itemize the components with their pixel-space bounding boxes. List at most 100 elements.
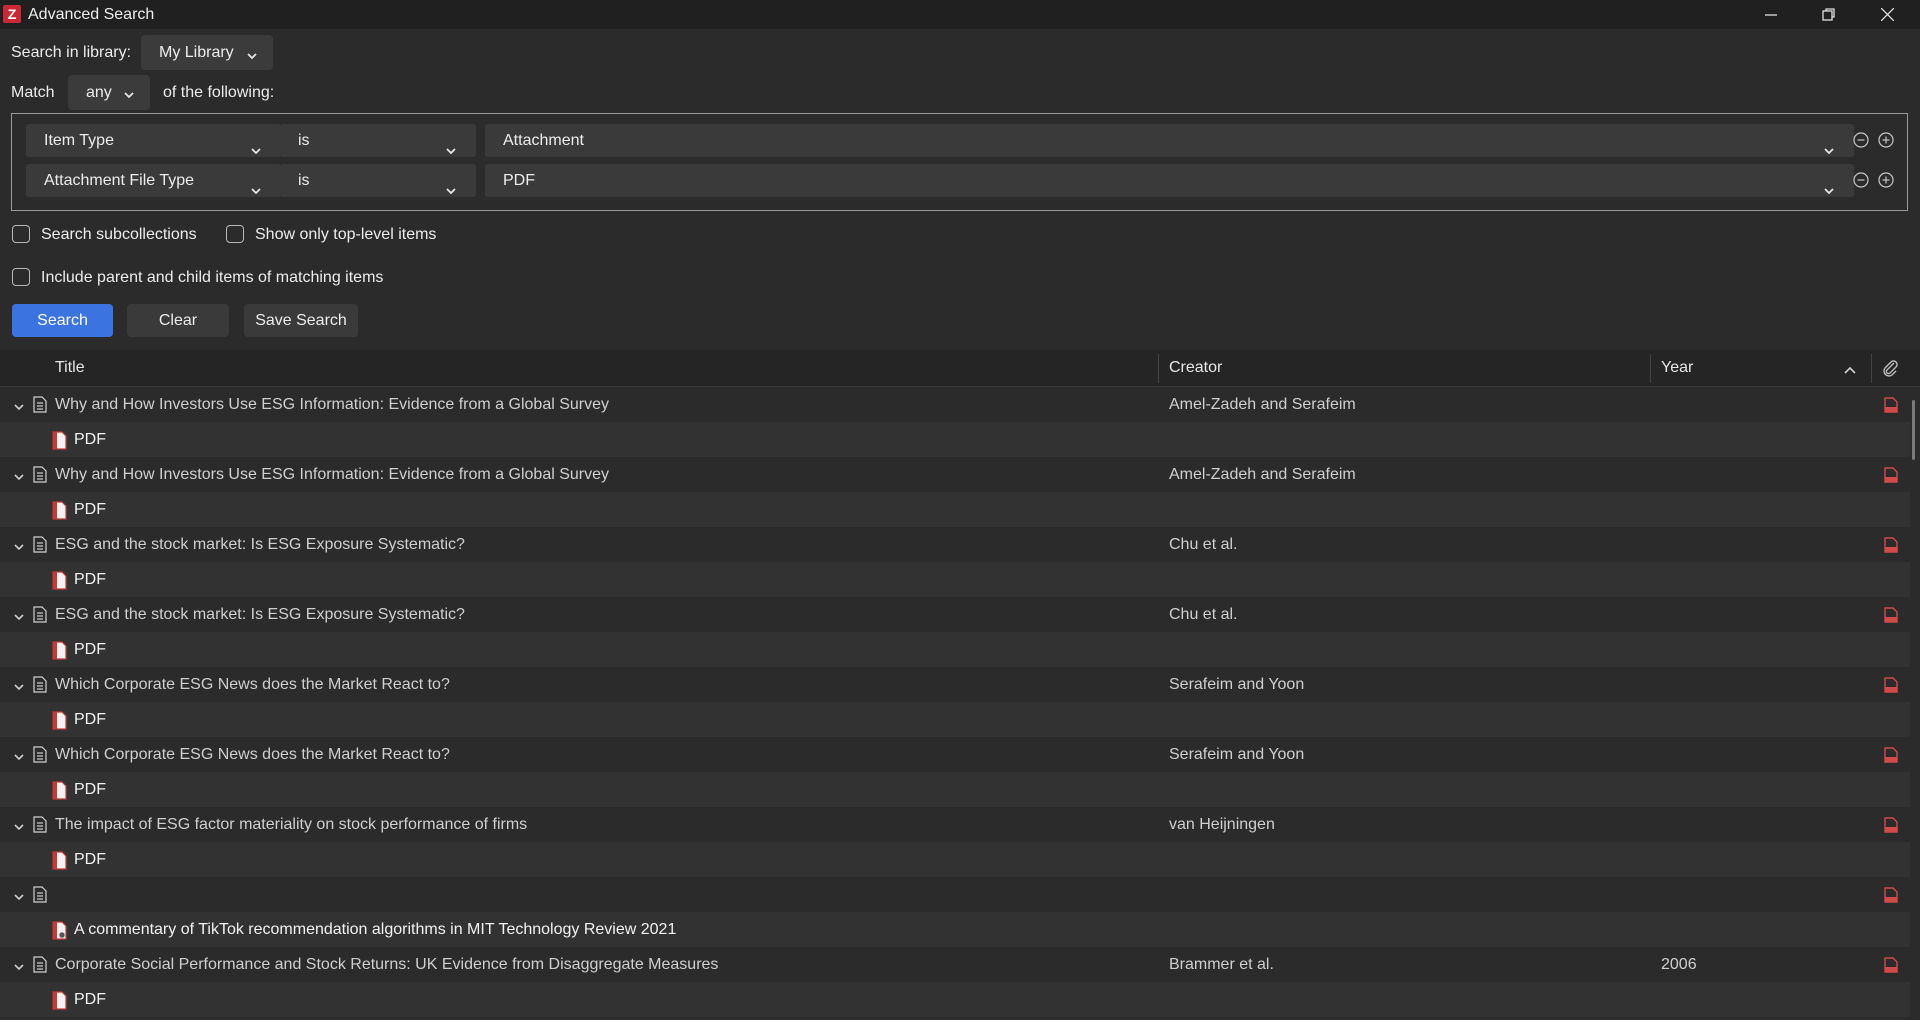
attachment-title: PDF bbox=[74, 711, 106, 728]
library-label: Search in library: bbox=[11, 44, 132, 61]
attachment-row[interactable]: PDF bbox=[0, 982, 1910, 1017]
save-search-button[interactable]: Save Search bbox=[244, 304, 358, 337]
condition-field-value: Item Type bbox=[44, 132, 114, 149]
document-icon bbox=[33, 746, 47, 763]
chevron-down-icon[interactable] bbox=[14, 609, 24, 621]
library-dropdown[interactable]: My Library bbox=[141, 35, 273, 70]
pdf-attachment-icon[interactable] bbox=[1883, 677, 1898, 693]
pdf-attachment-icon[interactable] bbox=[1883, 817, 1898, 833]
chevron-down-icon[interactable] bbox=[14, 539, 24, 551]
row-creator: Chu et al. bbox=[1169, 606, 1238, 623]
column-header-creator[interactable]: Creator bbox=[1169, 359, 1222, 377]
condition-value-select[interactable]: Attachment bbox=[485, 124, 1854, 157]
sort-ascending-icon[interactable] bbox=[1844, 363, 1856, 381]
table-row[interactable]: ESG and the stock market: Is ESG Exposur… bbox=[0, 597, 1910, 632]
pdf-attachment-icon[interactable] bbox=[1883, 887, 1898, 903]
attachment-row[interactable]: PDF bbox=[0, 492, 1910, 527]
search-subcollections-checkbox[interactable] bbox=[12, 225, 30, 243]
attachment-row[interactable]: PDF bbox=[0, 632, 1910, 667]
row-creator: Chu et al. bbox=[1169, 536, 1238, 553]
table-row[interactable]: ESG and the stock market: Is ESG Exposur… bbox=[0, 527, 1910, 562]
table-row[interactable]: Why and How Investors Use ESG Informatio… bbox=[0, 387, 1910, 422]
restore-button[interactable] bbox=[1800, 0, 1858, 29]
remove-condition-button[interactable] bbox=[1853, 172, 1869, 188]
pdf-attachment-icon[interactable] bbox=[1883, 607, 1898, 623]
condition-value-select[interactable]: PDF bbox=[485, 164, 1854, 197]
column-divider[interactable] bbox=[1158, 354, 1159, 383]
close-button[interactable] bbox=[1858, 0, 1916, 29]
table-row[interactable]: Why and How Investors Use ESG Informatio… bbox=[0, 457, 1910, 492]
condition-field-select[interactable]: Attachment File Type bbox=[26, 164, 281, 197]
row-creator: van Heijningen bbox=[1169, 816, 1275, 833]
chevron-down-icon bbox=[251, 175, 261, 195]
include-parent-child-checkbox[interactable] bbox=[12, 268, 30, 286]
attachment-title: A commentary of TikTok recommendation al… bbox=[74, 921, 677, 938]
pdf-attachment-icon[interactable] bbox=[1883, 537, 1898, 553]
show-top-level-label: Show only top-level items bbox=[255, 226, 437, 243]
condition-operator-select[interactable]: is bbox=[280, 164, 476, 197]
condition-field-value: Attachment File Type bbox=[44, 172, 194, 189]
attachment-column-icon[interactable] bbox=[1880, 358, 1900, 383]
search-button[interactable]: Search bbox=[12, 304, 113, 337]
chevron-down-icon[interactable] bbox=[14, 889, 24, 901]
match-dropdown-value: any bbox=[86, 83, 112, 101]
pdf-attachment-icon[interactable] bbox=[1883, 957, 1898, 973]
chevron-down-icon[interactable] bbox=[14, 399, 24, 411]
attachment-title: PDF bbox=[74, 501, 106, 518]
table-row[interactable]: Which Corporate ESG News does the Market… bbox=[0, 667, 1910, 702]
clear-button[interactable]: Clear bbox=[127, 304, 229, 337]
document-icon bbox=[33, 536, 47, 553]
pdf-icon bbox=[51, 571, 68, 590]
attachment-row[interactable]: PDF bbox=[0, 562, 1910, 597]
attachment-title: PDF bbox=[74, 641, 106, 658]
condition-field-select[interactable]: Item Type bbox=[26, 124, 281, 157]
column-header-title[interactable]: Title bbox=[55, 359, 85, 377]
minimize-button[interactable] bbox=[1742, 0, 1800, 29]
remove-condition-button[interactable] bbox=[1853, 132, 1869, 148]
pdf-icon bbox=[51, 781, 68, 800]
chevron-down-icon bbox=[247, 48, 257, 60]
row-title: ESG and the stock market: Is ESG Exposur… bbox=[55, 606, 465, 623]
pdf-attachment-icon[interactable] bbox=[1883, 397, 1898, 413]
chevron-down-icon[interactable] bbox=[14, 959, 24, 971]
attachment-row[interactable]: PDF bbox=[0, 422, 1910, 457]
condition-operator-select[interactable]: is bbox=[280, 124, 476, 157]
plus-circle-icon bbox=[1878, 172, 1894, 188]
document-icon bbox=[33, 396, 47, 413]
conditions-box: Item Type is Attachment Attachment File … bbox=[11, 113, 1908, 211]
show-top-level-checkbox[interactable] bbox=[226, 225, 244, 243]
match-dropdown[interactable]: any bbox=[68, 75, 150, 110]
scrollbar[interactable] bbox=[1912, 400, 1915, 460]
table-row[interactable]: Which Corporate ESG News does the Market… bbox=[0, 737, 1910, 772]
row-creator: Amel-Zadeh and Serafeim bbox=[1169, 466, 1356, 483]
chevron-down-icon[interactable] bbox=[14, 819, 24, 831]
add-condition-button[interactable] bbox=[1878, 132, 1894, 148]
attachment-title: PDF bbox=[74, 571, 106, 588]
row-title: Which Corporate ESG News does the Market… bbox=[55, 676, 450, 693]
table-row[interactable]: Corporate Social Performance and Stock R… bbox=[0, 947, 1910, 982]
table-row[interactable] bbox=[0, 877, 1910, 912]
chevron-down-icon[interactable] bbox=[14, 749, 24, 761]
add-condition-button[interactable] bbox=[1878, 172, 1894, 188]
pdf-attachment-icon[interactable] bbox=[1883, 747, 1898, 763]
pdf-icon bbox=[51, 991, 68, 1010]
minus-circle-icon bbox=[1853, 132, 1869, 148]
document-icon bbox=[33, 676, 47, 693]
attachment-row[interactable]: A commentary of TikTok recommendation al… bbox=[0, 912, 1910, 947]
chevron-down-icon[interactable] bbox=[14, 679, 24, 691]
attachment-title: PDF bbox=[74, 851, 106, 868]
table-row[interactable]: The impact of ESG factor materiality on … bbox=[0, 807, 1910, 842]
search-subcollections-label: Search subcollections bbox=[41, 226, 197, 243]
column-divider[interactable] bbox=[1650, 354, 1651, 383]
pdf-attachment-icon[interactable] bbox=[1883, 467, 1898, 483]
restore-icon bbox=[1822, 7, 1835, 21]
column-divider[interactable] bbox=[1871, 354, 1872, 383]
attachment-row[interactable]: PDF bbox=[0, 702, 1910, 737]
column-header-year[interactable]: Year bbox=[1661, 359, 1693, 377]
attachment-row[interactable]: PDF bbox=[0, 772, 1910, 807]
pdf-icon bbox=[51, 711, 68, 730]
close-icon bbox=[1880, 8, 1894, 21]
attachment-row[interactable]: PDF bbox=[0, 842, 1910, 877]
chevron-down-icon bbox=[1824, 175, 1834, 195]
chevron-down-icon[interactable] bbox=[14, 469, 24, 481]
